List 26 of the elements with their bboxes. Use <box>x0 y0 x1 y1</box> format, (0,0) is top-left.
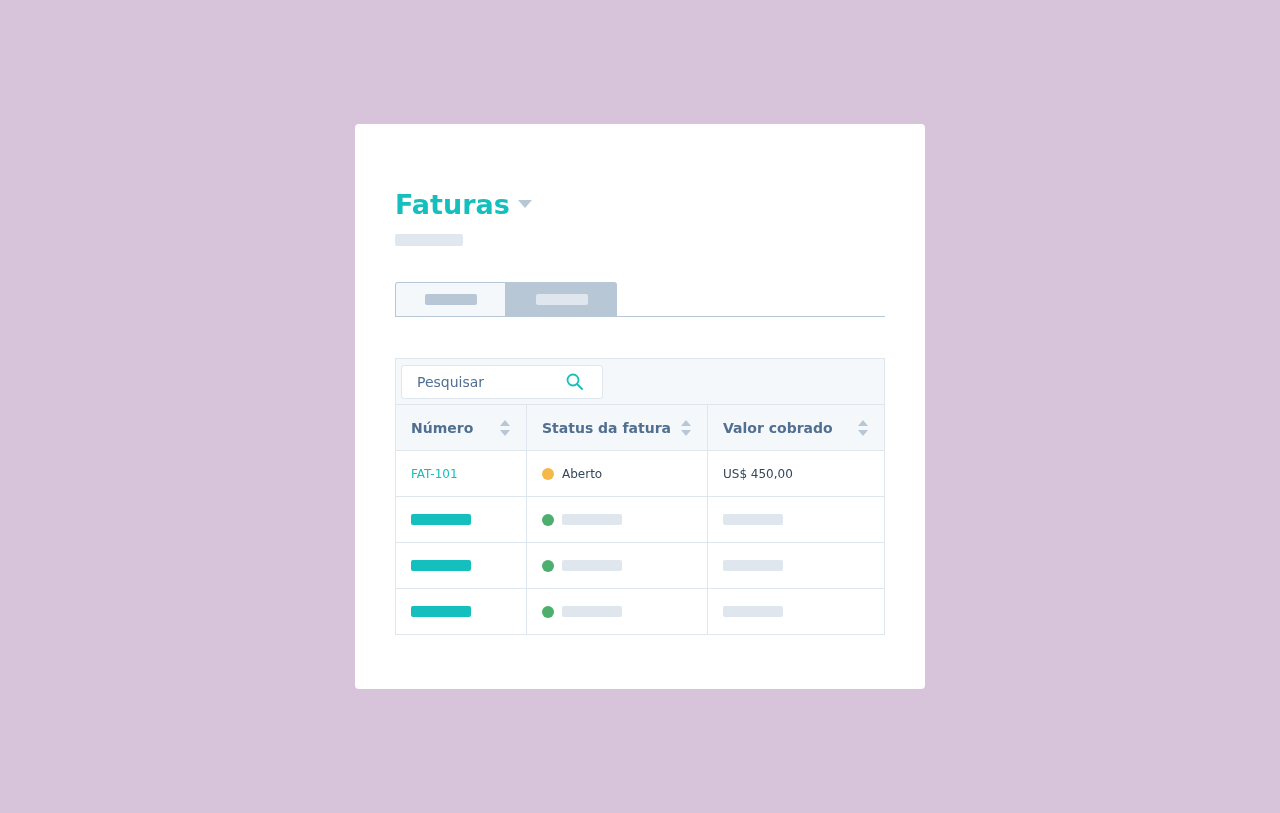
caret-icon[interactable] <box>517 200 532 208</box>
sort-icon[interactable] <box>499 418 511 437</box>
link-placeholder <box>411 606 471 617</box>
text-placeholder <box>562 560 622 571</box>
text-placeholder <box>562 606 622 617</box>
sort-icon[interactable] <box>857 418 869 437</box>
tab[interactable] <box>395 282 506 316</box>
text-placeholder <box>723 606 783 617</box>
tab-label-placeholder <box>535 294 588 305</box>
text-placeholder <box>562 514 622 525</box>
tab[interactable] <box>506 282 617 316</box>
amount-text: US$ 450,00 <box>723 466 793 481</box>
status-text: Aberto <box>562 466 603 481</box>
page-title: Faturas <box>395 188 510 220</box>
subtitle-placeholder <box>395 234 463 246</box>
search-icon[interactable] <box>566 372 583 390</box>
sort-icon[interactable] <box>680 418 692 437</box>
link-placeholder <box>411 514 471 525</box>
column-header[interactable]: Número <box>411 419 491 436</box>
search-field[interactable]: Pesquisar <box>401 364 603 399</box>
column-header[interactable]: Status da fatura <box>542 419 672 436</box>
tab-label-placeholder <box>424 294 477 305</box>
link-placeholder <box>411 560 471 571</box>
column-header[interactable]: Valor cobrado <box>723 419 849 436</box>
text-placeholder <box>723 514 783 525</box>
text-placeholder <box>723 560 783 571</box>
